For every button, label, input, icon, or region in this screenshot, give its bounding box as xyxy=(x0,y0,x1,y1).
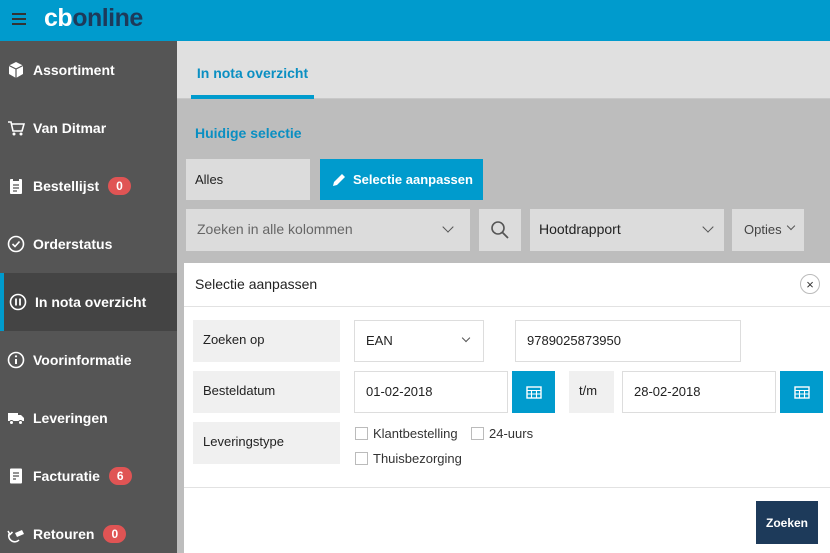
sidebar: Assortiment Van Ditmar Bestellijst 0 Ord… xyxy=(0,41,177,553)
facturatie-count-badge: 6 xyxy=(108,467,132,485)
date-range-separator: t/m xyxy=(569,371,614,413)
chevron-down-icon xyxy=(461,333,471,343)
chevron-down-icon xyxy=(786,221,796,231)
check-circle-icon xyxy=(6,234,26,254)
sidebar-item-label: Leveringen xyxy=(33,410,108,426)
search-columns-select[interactable]: Zoeken in alle kolommen xyxy=(186,209,470,251)
search-icon xyxy=(491,221,509,239)
pencil-icon xyxy=(333,173,345,186)
tab-bar: In nota overzicht xyxy=(177,41,830,99)
edit-selection-modal: Selectie aanpassen × Zoeken op EAN 97890… xyxy=(184,263,830,553)
sidebar-item-label: Van Ditmar xyxy=(33,120,107,136)
search-submit-button[interactable]: Zoeken xyxy=(756,501,818,544)
info-circle-icon xyxy=(6,350,26,370)
sidebar-item-label: Voorinformatie xyxy=(33,352,132,368)
current-selection-value: Alles xyxy=(186,159,310,200)
sidebar-item-bestellijst[interactable]: Bestellijst 0 xyxy=(0,157,177,215)
sidebar-item-label: Retouren xyxy=(33,526,95,542)
search-value-input[interactable]: 9789025873950 xyxy=(515,320,741,362)
clipboard-icon xyxy=(6,176,26,196)
close-icon[interactable]: × xyxy=(800,274,820,294)
chevron-down-icon xyxy=(702,221,714,233)
sidebar-item-label: Orderstatus xyxy=(33,236,113,252)
date-to-input[interactable]: 28-02-2018 xyxy=(622,371,776,413)
return-box-icon xyxy=(6,524,26,544)
search-button[interactable] xyxy=(479,209,521,251)
checkbox-thuisbezorging[interactable]: Thuisbezorging xyxy=(355,451,462,466)
pause-circle-icon xyxy=(8,292,28,312)
sidebar-item-retouren[interactable]: Retouren 0 xyxy=(0,505,177,553)
hamburger-menu-icon[interactable] xyxy=(12,13,26,26)
calendar-icon xyxy=(793,386,810,399)
logo[interactable]: cbonline xyxy=(44,3,143,33)
date-from-input[interactable]: 01-02-2018 xyxy=(354,371,508,413)
tab-in-nota-overzicht[interactable]: In nota overzicht xyxy=(191,41,314,99)
sidebar-item-leveringen[interactable]: Leveringen xyxy=(0,389,177,447)
delivery-type-label: Leveringstype xyxy=(193,422,340,464)
report-select[interactable]: Hootdrapport xyxy=(530,209,724,251)
modal-title: Selectie aanpassen xyxy=(195,276,318,292)
truck-icon xyxy=(6,408,26,428)
sidebar-item-in-nota-overzicht[interactable]: In nota overzicht xyxy=(0,273,177,331)
search-on-label: Zoeken op xyxy=(193,320,340,362)
order-date-label: Besteldatum xyxy=(193,371,340,413)
sidebar-item-van-ditmar[interactable]: Van Ditmar xyxy=(0,99,177,157)
sidebar-item-orderstatus[interactable]: Orderstatus xyxy=(0,215,177,273)
section-title: Huidige selectie xyxy=(195,125,302,141)
sidebar-item-facturatie[interactable]: Facturatie 6 xyxy=(0,447,177,505)
search-on-select[interactable]: EAN xyxy=(354,320,484,362)
sidebar-item-label: Bestellijst xyxy=(33,178,100,194)
box-icon xyxy=(6,60,26,80)
sidebar-item-label: Facturatie xyxy=(33,468,100,484)
date-from-calendar-button[interactable] xyxy=(512,371,555,413)
modal-divider xyxy=(184,306,830,307)
invoice-icon xyxy=(6,466,26,486)
options-dropdown[interactable]: Opties xyxy=(732,209,804,251)
top-bar: cbonline xyxy=(0,0,830,41)
retouren-count-badge: 0 xyxy=(103,525,127,543)
checkbox-24-uurs[interactable]: 24-uurs xyxy=(471,426,533,441)
modal-footer-divider xyxy=(184,487,830,488)
calendar-icon xyxy=(525,386,542,399)
date-to-calendar-button[interactable] xyxy=(780,371,823,413)
sidebar-item-assortiment[interactable]: Assortiment xyxy=(0,41,177,99)
sidebar-item-voorinformatie[interactable]: Voorinformatie xyxy=(0,331,177,389)
sidebar-item-label: In nota overzicht xyxy=(35,294,147,310)
sidebar-item-label: Assortiment xyxy=(33,62,115,78)
bestellijst-count-badge: 0 xyxy=(108,177,131,195)
checkbox-klantbestelling[interactable]: Klantbestelling xyxy=(355,426,458,441)
chevron-down-icon xyxy=(442,221,454,233)
edit-selection-button[interactable]: Selectie aanpassen xyxy=(320,159,483,200)
cart-icon xyxy=(6,118,26,138)
